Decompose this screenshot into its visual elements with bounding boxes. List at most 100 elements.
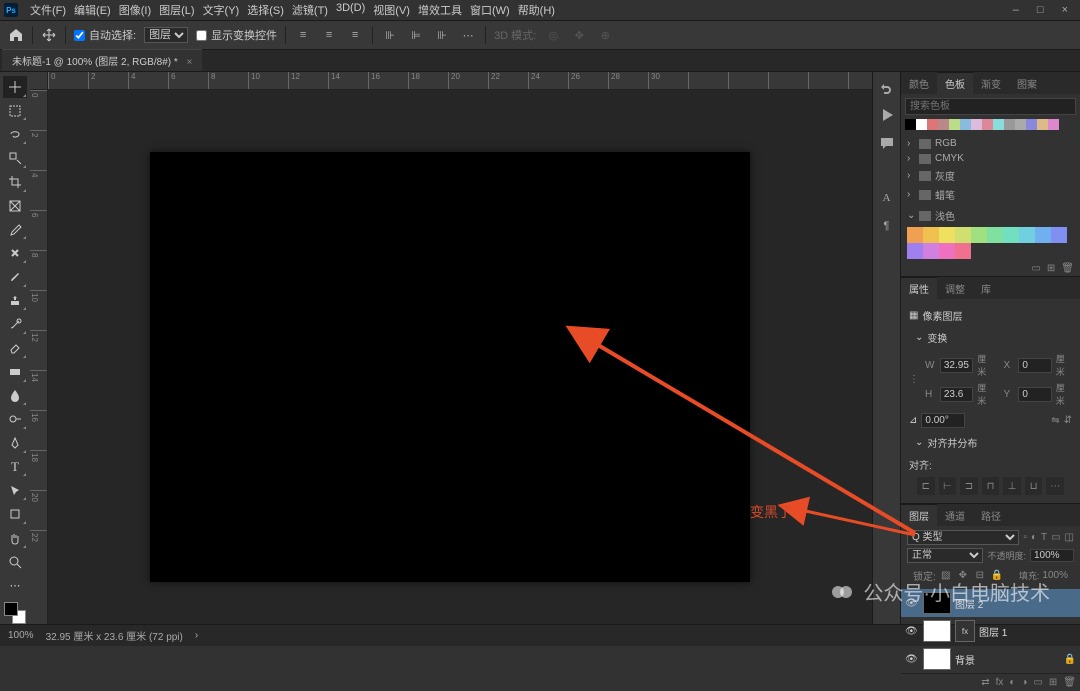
panel-tab[interactable]: 颜色 (901, 73, 937, 94)
light-swatches[interactable] (901, 225, 1080, 261)
gradient-tool[interactable] (3, 361, 27, 383)
panel-tab[interactable]: 路径 (973, 505, 1009, 526)
filter-adj-icon[interactable]: ◐ (1031, 532, 1037, 543)
selection-tool[interactable] (3, 147, 27, 169)
crop-tool[interactable] (3, 171, 27, 193)
tab-close-icon[interactable]: × (187, 57, 193, 68)
auto-select-checkbox[interactable]: 自动选择: (74, 27, 136, 43)
align-left-icon[interactable]: ≡ (294, 26, 312, 44)
path-select-tool[interactable] (3, 479, 27, 501)
healing-tool[interactable] (3, 242, 27, 264)
width-field[interactable]: 32.95 (940, 358, 973, 373)
angle-field[interactable]: 0.00° (921, 413, 965, 428)
close-button[interactable]: × (1062, 4, 1068, 16)
new-swatch-icon[interactable]: ⊞ (1047, 263, 1055, 274)
menu-item[interactable]: 滤镜(T) (288, 2, 332, 18)
y-field[interactable]: 0 (1018, 387, 1051, 402)
menu-item[interactable]: 窗口(W) (466, 2, 514, 18)
align-r-icon[interactable]: ⊐ (960, 477, 978, 495)
swatch-folder[interactable]: ›蜡笔 (901, 185, 1080, 204)
align-l-icon[interactable]: ⊏ (917, 477, 935, 495)
blend-mode-select[interactable]: 正常 (907, 548, 983, 563)
pen-tool[interactable] (3, 432, 27, 454)
menu-item[interactable]: 增效工具 (414, 2, 466, 18)
delete-swatch-icon[interactable]: 🗑 (1061, 263, 1074, 274)
panel-tab[interactable]: 图层 (901, 504, 937, 526)
distribute-v-icon[interactable]: ⊫ (407, 26, 425, 44)
align-right-icon[interactable]: ≡ (346, 26, 364, 44)
align-t-icon[interactable]: ⊓ (982, 477, 1000, 495)
menu-item[interactable]: 帮助(H) (514, 2, 559, 18)
eyedropper-tool[interactable] (3, 218, 27, 240)
menu-item[interactable]: 选择(S) (243, 2, 288, 18)
filter-shape-icon[interactable]: ▭ (1051, 532, 1060, 543)
minimize-button[interactable]: – (1013, 4, 1019, 16)
align-section[interactable]: ⌄对齐并分布 (909, 431, 1072, 454)
opacity-field[interactable]: 100% (1030, 549, 1074, 562)
brush-tool[interactable] (3, 266, 27, 288)
panel-tab[interactable]: 色板 (937, 72, 973, 94)
mask-icon[interactable]: ◐ (1009, 677, 1015, 688)
auto-select-target[interactable]: 图层 (144, 27, 188, 43)
show-transform-checkbox[interactable]: 显示变换控件 (196, 27, 277, 43)
fx-icon[interactable]: fx (996, 677, 1004, 688)
align-ch-icon[interactable]: ⊢ (939, 477, 957, 495)
layer-row[interactable]: 👁fx图层 1 (901, 617, 1080, 645)
layer-row[interactable]: 👁背景🔒 (901, 645, 1080, 673)
move-tool[interactable] (3, 76, 27, 98)
status-arrow-icon[interactable]: › (195, 630, 198, 641)
panel-tab[interactable]: 属性 (901, 277, 937, 299)
x-field[interactable]: 0 (1018, 358, 1051, 373)
menu-item[interactable]: 文字(Y) (199, 2, 244, 18)
flip-h-icon[interactable]: ⇋ (1051, 415, 1059, 426)
visibility-icon[interactable]: 👁 (905, 654, 919, 665)
menu-item[interactable]: 文件(F) (26, 2, 70, 18)
hand-tool[interactable] (3, 527, 27, 549)
paragraph-icon[interactable]: ¶ (878, 220, 896, 238)
flip-v-icon[interactable]: ⇵ (1064, 415, 1072, 426)
visibility-icon[interactable]: 👁 (905, 626, 919, 637)
menu-item[interactable]: 图层(L) (155, 2, 198, 18)
comment-icon[interactable] (878, 134, 896, 152)
delete-layer-icon[interactable]: 🗑 (1063, 677, 1076, 688)
type-tool[interactable]: T (3, 456, 27, 478)
transform-section[interactable]: ⌄变换 (909, 326, 1072, 349)
swatch-folder[interactable]: ›CMYK (901, 151, 1080, 166)
filter-img-icon[interactable]: ▫ (1023, 532, 1027, 543)
panel-tab[interactable]: 图案 (1009, 73, 1045, 94)
distribute-icon[interactable]: ⊪ (433, 26, 451, 44)
color-swatches[interactable] (4, 602, 26, 624)
panel-tab[interactable]: 调整 (937, 278, 973, 299)
history-icon[interactable] (878, 78, 896, 96)
menu-item[interactable]: 3D(D) (332, 2, 369, 18)
zoom-level[interactable]: 100% (8, 630, 34, 641)
zoom-tool[interactable] (3, 551, 27, 573)
frame-tool[interactable] (3, 195, 27, 217)
clone-tool[interactable] (3, 290, 27, 312)
history-brush-tool[interactable] (3, 313, 27, 335)
new-layer-icon[interactable]: ⊞ (1049, 677, 1057, 688)
swatch-preset-row[interactable] (901, 119, 1080, 134)
shape-tool[interactable] (3, 503, 27, 525)
panel-tab[interactable]: 通道 (937, 505, 973, 526)
filter-smart-icon[interactable]: ◫ (1065, 532, 1074, 543)
adjustment-icon[interactable]: ◑ (1021, 677, 1027, 688)
filter-type-icon[interactable]: T (1041, 532, 1047, 543)
link-layers-icon[interactable]: ⇄ (981, 677, 989, 688)
swatch-search-input[interactable] (905, 98, 1076, 115)
more-align-icon[interactable]: ⋯ (459, 26, 477, 44)
edit-toolbar[interactable]: ⋯ (3, 574, 27, 596)
align-b-icon[interactable]: ⊔ (1025, 477, 1043, 495)
swatch-folder-open[interactable]: ⌄浅色 (901, 206, 1080, 225)
menu-item[interactable]: 视图(V) (369, 2, 414, 18)
lasso-tool[interactable] (3, 123, 27, 145)
document-tab[interactable]: 未标题-1 @ 100% (图层 2, RGB/8#) * × (2, 49, 202, 71)
height-field[interactable]: 23.6 (940, 387, 973, 402)
document-canvas[interactable] (150, 152, 750, 582)
new-group-icon[interactable]: ▭ (1031, 263, 1040, 274)
play-icon[interactable] (878, 106, 896, 124)
align-center-icon[interactable]: ≡ (320, 26, 338, 44)
dodge-tool[interactable] (3, 408, 27, 430)
distribute-h-icon[interactable]: ⊪ (381, 26, 399, 44)
maximize-button[interactable]: □ (1037, 4, 1044, 16)
